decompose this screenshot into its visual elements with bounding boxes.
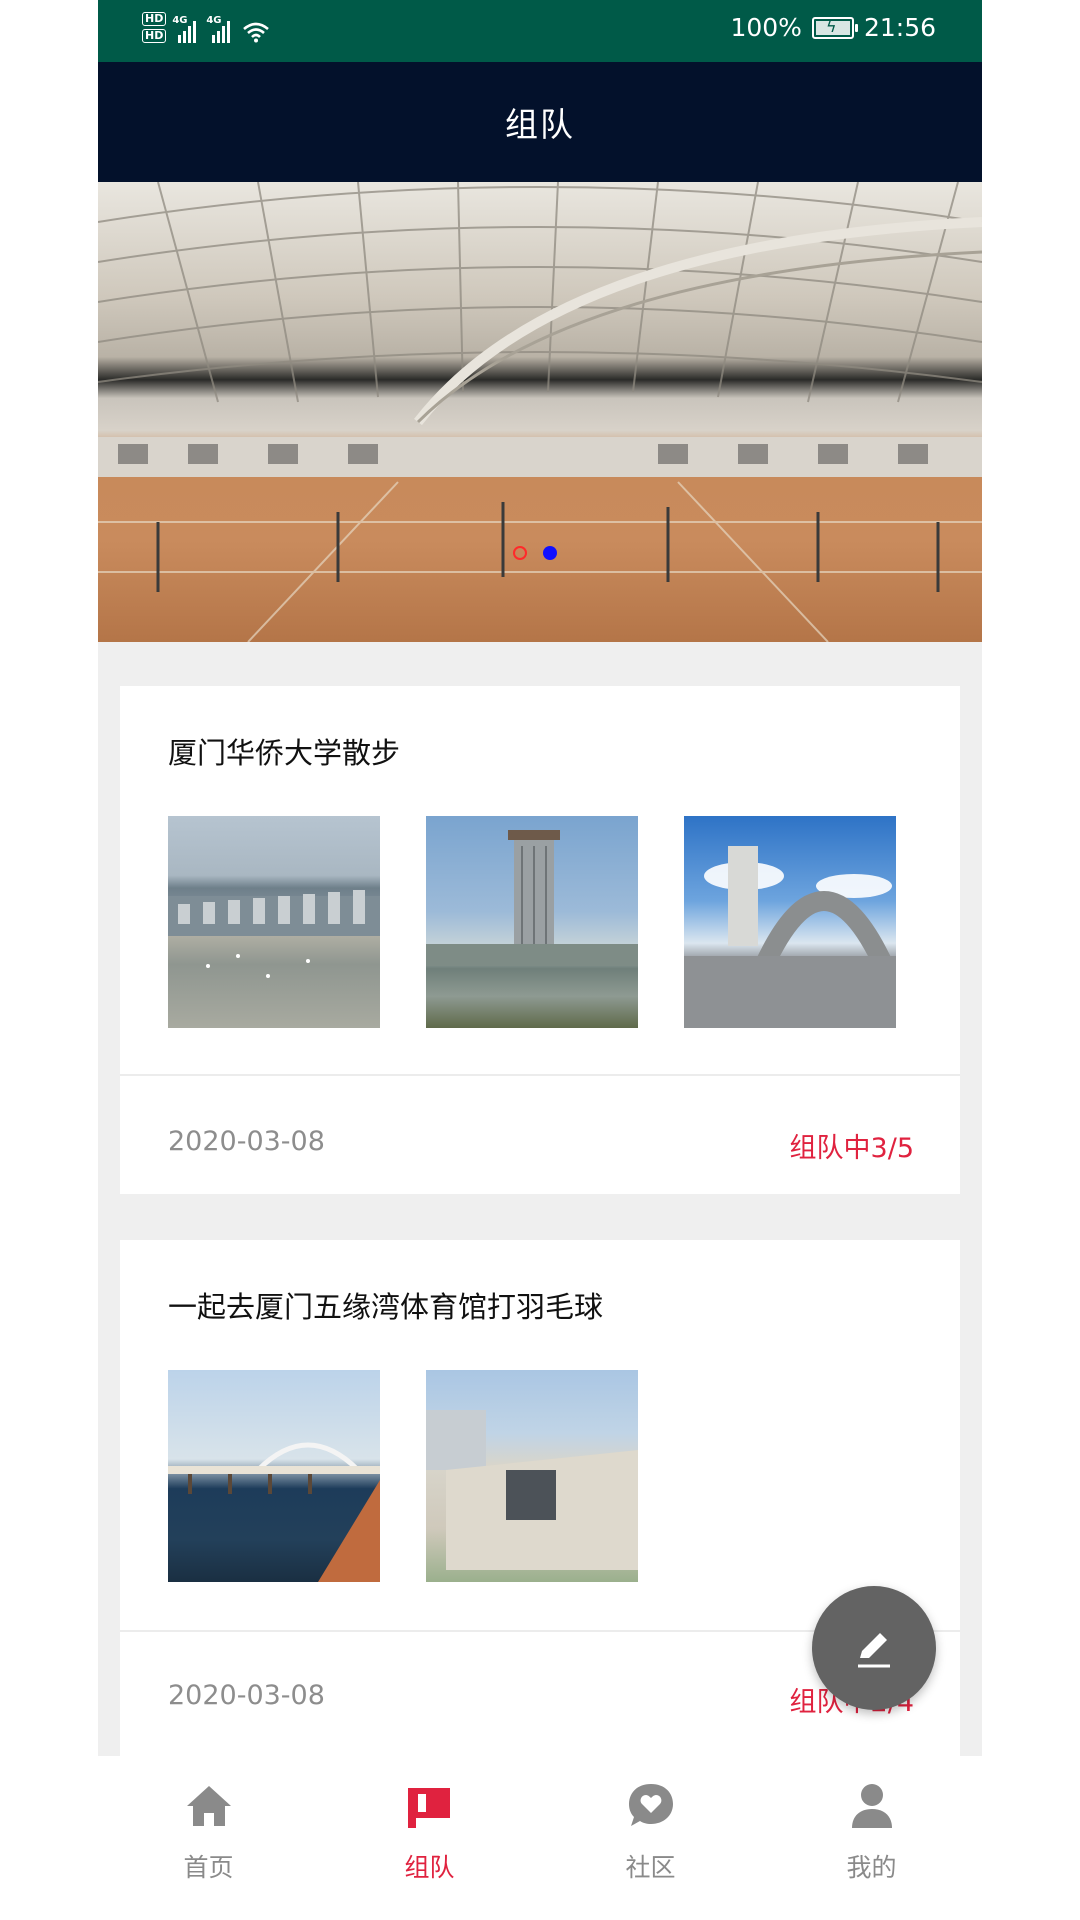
create-post-button[interactable] xyxy=(812,1586,936,1710)
post-image[interactable] xyxy=(684,816,896,1028)
carousel-indicator xyxy=(513,546,557,560)
edit-pencil-icon xyxy=(858,1633,890,1668)
status-indicators: HD HD 4G 4G xyxy=(142,12,270,43)
banner-carousel[interactable] xyxy=(98,182,982,642)
wifi-icon xyxy=(243,22,270,43)
bottom-tab-bar: 首页 组队 社区 我的 xyxy=(98,1756,982,1920)
hd-badge: HD xyxy=(142,29,167,43)
post-date: 2020-03-08 xyxy=(168,1126,325,1157)
post-image[interactable] xyxy=(426,1370,638,1582)
team-post-card[interactable]: 厦门华侨大学散步 2020-03-08 组队中3/5 xyxy=(120,686,960,1194)
banner-image xyxy=(98,182,982,642)
tab-label: 首页 xyxy=(183,1853,234,1882)
cell-signal-icon: 4G xyxy=(206,15,234,43)
card-divider xyxy=(120,1074,960,1076)
phone-screen: HD HD 4G 4G 100% ϟ 21:56 组队 厦门华侨大学散步 202… xyxy=(98,0,982,1920)
cell-signal-icon: 4G xyxy=(172,15,200,43)
tab-home[interactable]: 首页 xyxy=(98,1756,319,1920)
page-title: 组队 xyxy=(505,105,575,144)
clock: 21:56 xyxy=(863,13,936,42)
hd-badges: HD HD xyxy=(142,12,167,43)
profile-icon xyxy=(852,1784,892,1828)
community-heart-icon xyxy=(629,1784,673,1826)
battery-percent: 100% xyxy=(730,13,802,42)
signal-type: 4G xyxy=(206,15,222,26)
signal-type: 4G xyxy=(172,15,188,26)
post-date: 2020-03-08 xyxy=(168,1680,325,1711)
carousel-dot-active[interactable] xyxy=(543,546,557,560)
tab-label: 我的 xyxy=(846,1853,897,1882)
status-bar: HD HD 4G 4G 100% ϟ 21:56 xyxy=(98,0,982,62)
tab-profile[interactable]: 我的 xyxy=(761,1756,982,1920)
team-status: 组队中3/5 xyxy=(789,1133,914,1164)
battery-icon: ϟ xyxy=(811,16,858,39)
home-icon xyxy=(187,1786,231,1826)
post-title: 一起去厦门五缘湾体育馆打羽毛球 xyxy=(168,1290,604,1324)
post-image[interactable] xyxy=(168,816,380,1028)
tab-team[interactable]: 组队 xyxy=(319,1756,540,1920)
team-flag-icon xyxy=(408,1788,450,1828)
carousel-dot[interactable] xyxy=(513,546,527,560)
hd-badge: HD xyxy=(142,12,167,26)
tab-community[interactable]: 社区 xyxy=(540,1756,761,1920)
app-bar: 组队 xyxy=(98,62,982,182)
post-image[interactable] xyxy=(168,1370,380,1582)
tab-label: 组队 xyxy=(404,1853,455,1882)
post-title: 厦门华侨大学散步 xyxy=(168,736,401,770)
status-right: 100% ϟ 21:56 xyxy=(730,13,936,42)
post-image[interactable] xyxy=(426,816,638,1028)
tab-label: 社区 xyxy=(625,1853,676,1882)
